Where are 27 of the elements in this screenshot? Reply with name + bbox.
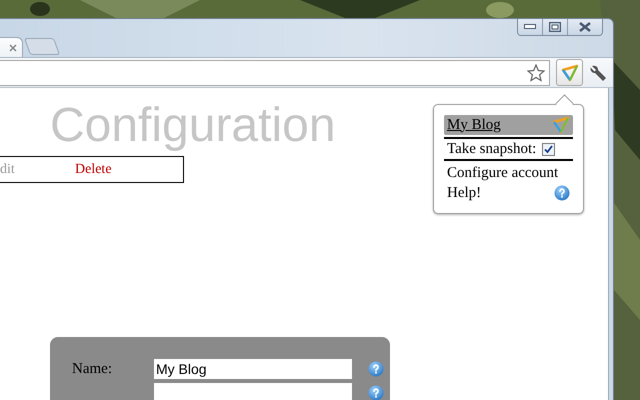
input-field[interactable] xyxy=(154,383,352,400)
maximize-icon xyxy=(549,22,561,32)
help-icon[interactable] xyxy=(368,361,384,377)
browser-tab[interactable] xyxy=(0,37,23,58)
snapshot-label: Take snapshot: xyxy=(447,140,536,158)
page-heading: Configuration xyxy=(50,101,336,151)
wrench-icon[interactable] xyxy=(589,64,607,82)
help-icon[interactable] xyxy=(554,185,570,201)
minimize-icon xyxy=(524,24,536,30)
delete-link[interactable]: Delete xyxy=(75,162,112,178)
star-icon[interactable] xyxy=(527,64,545,82)
close-icon xyxy=(579,22,591,32)
close-icon[interactable] xyxy=(9,44,17,52)
help-icon[interactable] xyxy=(368,385,384,400)
help-link[interactable]: Help! xyxy=(447,184,482,202)
extension-button[interactable] xyxy=(556,59,583,86)
name-field[interactable]: My Blog xyxy=(154,359,352,379)
field-label: Name: xyxy=(72,360,113,378)
logo-icon xyxy=(560,64,578,82)
address-bar[interactable] xyxy=(0,60,550,86)
minimize-button[interactable] xyxy=(518,19,542,35)
maximize-button[interactable] xyxy=(542,19,567,35)
account-item[interactable]: My Blog xyxy=(444,115,573,135)
configure-link[interactable]: Configure account xyxy=(447,164,558,182)
snapshot-checkbox[interactable] xyxy=(542,142,556,156)
close-button[interactable] xyxy=(567,19,602,35)
logo-icon xyxy=(552,116,570,134)
